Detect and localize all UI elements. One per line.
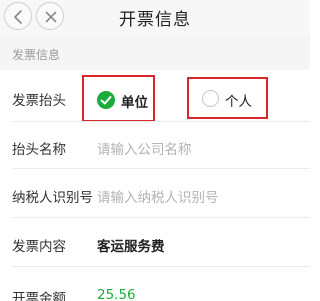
invoice-amount-value: 25.56 — [97, 287, 136, 301]
radio-unchecked-icon — [202, 90, 219, 107]
page-title: 开票信息 — [119, 10, 191, 30]
invoice-amount-row: 开票金额 25.56 — [0, 268, 310, 301]
top-bar: 开票信息 — [0, 0, 310, 36]
divider — [12, 121, 310, 122]
divider — [12, 217, 310, 218]
option-company[interactable]: 单位 — [82, 75, 155, 122]
invoice-header-label: 发票抬头 — [12, 93, 66, 109]
checkmark-icon — [100, 96, 112, 105]
tax-id-row[interactable]: 纳税人识别号 请输入纳税人识别号 — [0, 170, 310, 218]
invoice-content-value: 客运服务费 — [97, 239, 165, 255]
tax-id-input[interactable]: 请输入纳税人识别号 — [97, 186, 219, 206]
radio-checked-icon — [97, 91, 115, 109]
invoice-info-page: 开票信息 发票信息 发票抬头 单位 个人 抬头名称 请输入公司名称 纳税人识别号 — [0, 0, 310, 301]
tax-id-label: 纳税人识别号 — [12, 190, 93, 206]
divider — [12, 266, 310, 267]
invoice-header-row: 发票抬头 单位 个人 — [0, 70, 310, 122]
option-company-label: 单位 — [121, 95, 148, 111]
invoice-content-row: 发票内容 客运服务费 — [0, 219, 310, 267]
company-name-row[interactable]: 抬头名称 请输入公司名称 — [0, 123, 310, 169]
invoice-content-label: 发票内容 — [12, 239, 66, 255]
option-personal-label: 个人 — [225, 94, 252, 110]
company-name-input[interactable]: 请输入公司名称 — [97, 138, 192, 158]
company-name-label: 抬头名称 — [12, 142, 66, 158]
section-title: 发票信息 — [12, 48, 61, 62]
divider — [12, 168, 310, 169]
invoice-amount-label: 开票金额 — [12, 291, 66, 301]
option-personal[interactable]: 个人 — [187, 77, 268, 119]
section-header: 发票信息 — [0, 36, 310, 70]
